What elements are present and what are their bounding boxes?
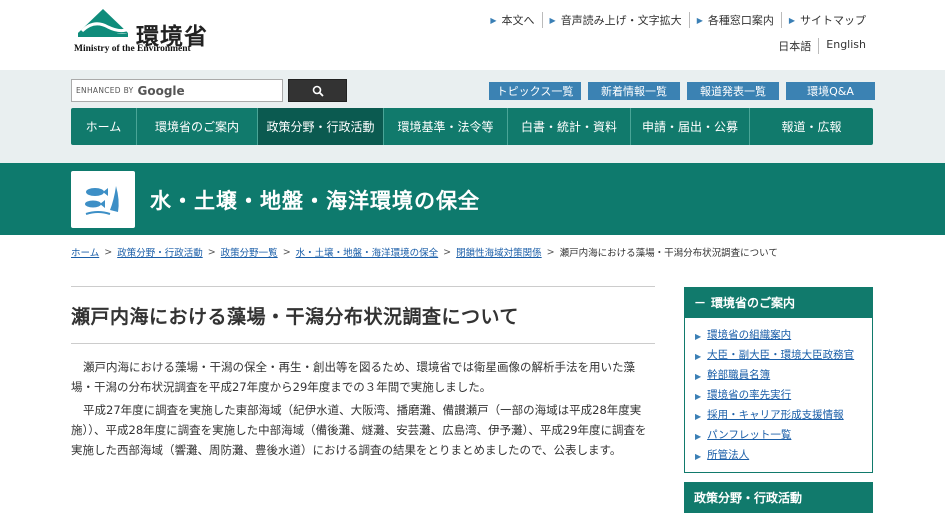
site-header: 環境省 Ministry of the Environment ▶ 本文へ ▶ 音声… <box>0 0 945 70</box>
fish-water-icon <box>71 171 135 228</box>
press-list-link[interactable]: 報道発表一覧 <box>687 82 779 100</box>
util-link-accessibility[interactable]: ▶ 音声読み上げ・文字拡大 <box>541 12 689 28</box>
qa-link[interactable]: 環境Q&A <box>786 82 875 100</box>
breadcrumb-closed-sea[interactable]: 閉鎖性海域対策関係 <box>456 245 542 259</box>
sidebar-heading[interactable]: － 環境省のご案内 <box>684 287 873 318</box>
topic-links: トピックス一覧 新着情報一覧 報道発表一覧 環境Q&A <box>489 82 875 100</box>
global-nav: ホーム 環境省のご案内 政策分野・行政活動 環境基準・法令等 白書・統計・資料 … <box>71 108 873 145</box>
sidebar-item-pamphlets: ▶ パンフレット一覧 <box>695 428 864 444</box>
lang-english[interactable]: English <box>818 38 873 54</box>
nav-about[interactable]: 環境省のご案内 <box>137 108 258 145</box>
sidebar-item-officials: ▶ 幹部職員名簿 <box>695 368 864 384</box>
google-label: Google <box>137 83 185 98</box>
breadcrumb-water-soil[interactable]: 水・土壌・地盤・海洋環境の保全 <box>296 245 439 259</box>
search-button[interactable] <box>288 79 347 102</box>
topics-list-link[interactable]: トピックス一覧 <box>489 82 581 100</box>
caret-right-icon: ▶ <box>695 372 702 381</box>
language-links: 日本語 English <box>771 38 873 54</box>
sidebar-item-recruit: ▶ 採用・キャリア形成支援情報 <box>695 408 864 424</box>
sidebar-item-ministers: ▶ 大臣・副大臣・環境大臣政務官 <box>695 348 864 364</box>
caret-right-icon: ▶ <box>695 412 702 421</box>
util-link-sitemap[interactable]: ▶ サイトマップ <box>780 12 873 28</box>
breadcrumb-separator: > <box>443 246 452 258</box>
caret-right-icon: ▶ <box>695 452 702 461</box>
nav-standards[interactable]: 環境基準・法令等 <box>384 108 508 145</box>
minus-icon: － <box>694 296 707 310</box>
logo-mark-icon <box>78 9 128 37</box>
search-icon <box>312 85 324 97</box>
breadcrumb: ホーム > 政策分野・行政活動 > 政策分野一覧 > 水・土壌・地盤・海洋環境の… <box>71 245 778 260</box>
caret-right-icon: ▶ <box>788 15 795 25</box>
nav-press[interactable]: 報道・広報 <box>750 108 873 145</box>
sidebar-item-initiative: ▶ 環境省の率先実行 <box>695 388 864 404</box>
breadcrumb-current: 瀬戸内海における藻場・干潟分布状況調査について <box>559 248 778 259</box>
category-banner: 水・土壌・地盤・海洋環境の保全 <box>0 163 945 235</box>
breadcrumb-separator: > <box>546 246 555 258</box>
caret-right-icon: ▶ <box>695 352 702 361</box>
banner-title: 水・土壌・地盤・海洋環境の保全 <box>150 189 480 213</box>
caret-right-icon: ▶ <box>696 15 703 25</box>
breadcrumb-policy-list[interactable]: 政策分野一覧 <box>221 245 278 259</box>
caret-right-icon: ▶ <box>490 15 497 25</box>
util-link-skip[interactable]: ▶ 本文へ <box>483 12 541 28</box>
sidebar: － 環境省のご案内 ▶ 環境省の組織案内 ▶ 大臣・副大臣・環境大臣政務官 ▶ 幹部職… <box>684 287 873 513</box>
body-paragraph: 平成27年度に調査を実施した東部海域（紀伊水道、大阪湾、播磨灘、備讃瀬戸（一部の… <box>71 403 647 457</box>
lang-japanese[interactable]: 日本語 <box>771 38 818 54</box>
body-paragraph: 瀬戸内海における藻場・干潟の保全・再生・創出等を図るため、環境省では衛星画像の解… <box>71 360 635 394</box>
breadcrumb-home[interactable]: ホーム <box>71 245 99 259</box>
ministry-logo[interactable]: 環境省 Ministry of the Environment <box>72 7 222 57</box>
breadcrumb-separator: > <box>207 246 216 258</box>
caret-right-icon: ▶ <box>695 332 702 341</box>
logo-en-text: Ministry of the Environment <box>74 44 191 54</box>
sidebar-item-organization: ▶ 環境省の組織案内 <box>695 328 864 344</box>
search-input[interactable]: ENHANCED BY Google <box>71 79 283 102</box>
breadcrumb-separator: > <box>104 246 113 258</box>
util-link-contacts[interactable]: ▶ 各種窓口案内 <box>688 12 781 28</box>
nav-home[interactable]: ホーム <box>71 108 137 145</box>
utility-links: ▶ 本文へ ▶ 音声読み上げ・文字拡大 ▶ 各種窓口案内 ▶ サイトマップ <box>483 12 873 28</box>
caret-right-icon: ▶ <box>695 392 702 401</box>
search-nav-band: ENHANCED BY Google トピックス一覧 新着情報一覧 報道発表一覧… <box>0 70 945 163</box>
caret-right-icon: ▶ <box>549 15 556 25</box>
breadcrumb-separator: > <box>282 246 291 258</box>
enhanced-by-label: ENHANCED BY <box>76 86 134 95</box>
sidebar-item-corporations: ▶ 所管法人 <box>695 448 864 464</box>
nav-applications[interactable]: 申請・届出・公募 <box>631 108 750 145</box>
main-content: 瀬戸内海における藻場・干潟分布状況調査について 瀬戸内海における藻場・干潟の保全… <box>71 286 655 460</box>
sidebar-heading-policy[interactable]: 政策分野・行政活動 <box>684 482 873 513</box>
sidebar-list: ▶ 環境省の組織案内 ▶ 大臣・副大臣・環境大臣政務官 ▶ 幹部職員名簿 ▶ 環境省の率… <box>684 318 873 473</box>
breadcrumb-policy[interactable]: 政策分野・行政活動 <box>117 245 203 259</box>
news-list-link[interactable]: 新着情報一覧 <box>588 82 680 100</box>
page-title: 瀬戸内海における藻場・干潟分布状況調査について <box>71 287 655 344</box>
caret-right-icon: ▶ <box>695 432 702 441</box>
nav-policy[interactable]: 政策分野・行政活動 <box>258 108 384 145</box>
nav-whitepaper[interactable]: 白書・統計・資料 <box>508 108 631 145</box>
